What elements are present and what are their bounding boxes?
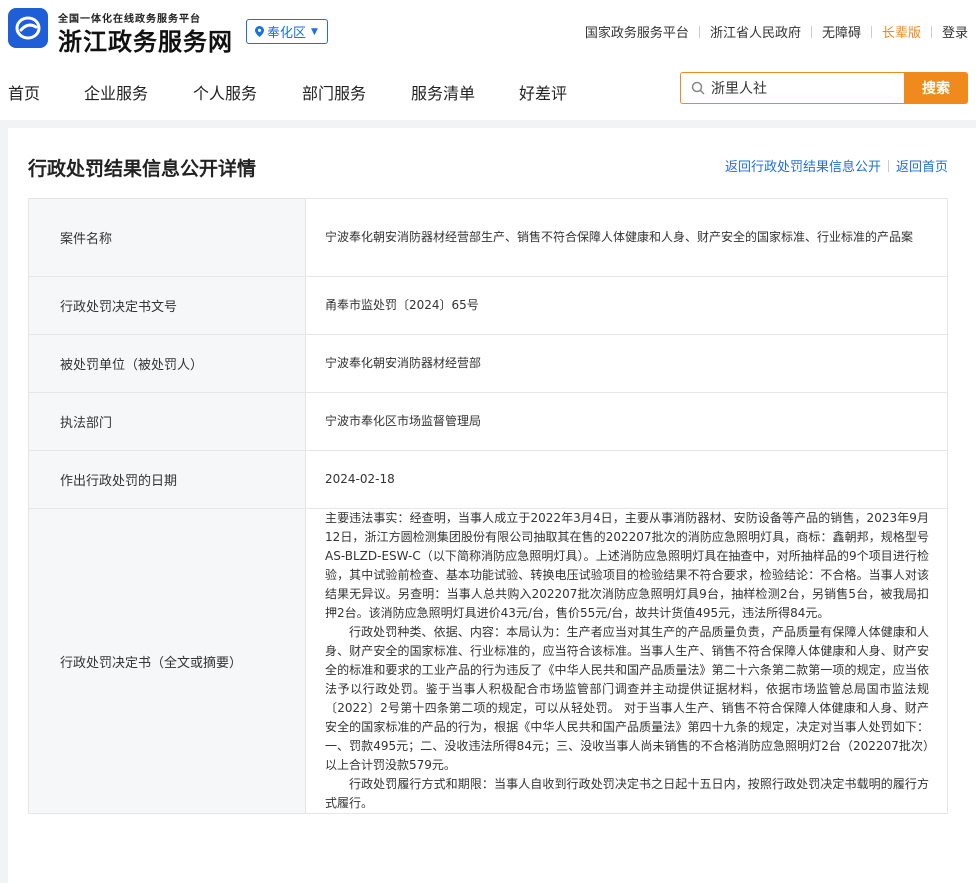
- table-row: 案件名称 宁波奉化朝安消防器材经营部生产、销售不符合保障人体健康和人身、财产安全…: [28, 198, 948, 277]
- top-links: 国家政务服务平台 浙江省人民政府 无障碍 长辈版 登录: [575, 22, 968, 41]
- decision-paragraph-fulfillment: 行政处罚履行方式和期限：当事人自收到行政处罚决定书之日起十五日内，按照行政处罚决…: [325, 777, 929, 810]
- decision-paragraph-facts: 主要违法事实：经查明，当事人成立于2022年3月4日，主要从事消防器材、安防设备…: [325, 511, 929, 620]
- table-row: 行政处罚决定书（全文或摘要） 主要违法事实：经查明，当事人成立于2022年3月4…: [28, 508, 948, 814]
- nav-evaluation[interactable]: 好差评: [519, 80, 567, 104]
- row-value-decision-text: 主要违法事实：经查明，当事人成立于2022年3月4日，主要从事消防器材、安防设备…: [305, 508, 948, 814]
- divider: [887, 159, 889, 172]
- nav-service-list[interactable]: 服务清单: [411, 80, 475, 104]
- page-title: 行政处罚结果信息公开详情: [28, 158, 257, 180]
- nav-personal-services[interactable]: 个人服务: [193, 80, 257, 104]
- location-pin-icon: [255, 26, 264, 37]
- caret-down-icon: ▼: [311, 26, 318, 37]
- row-label-enforcement-dept: 执法部门: [28, 392, 306, 451]
- table-row: 作出行政处罚的日期 2024-02-18: [28, 450, 948, 509]
- link-back-home[interactable]: 返回首页: [896, 156, 948, 175]
- region-selector[interactable]: 奉化区 ▼: [246, 19, 328, 44]
- table-row: 执法部门 宁波市奉化区市场监督管理局: [28, 392, 948, 451]
- row-value-enforcement-dept: 宁波市奉化区市场监督管理局: [305, 392, 948, 451]
- row-value-penalty-date: 2024-02-18: [305, 450, 948, 509]
- row-value-penalized-party: 宁波奉化朝安消防器材经营部: [305, 334, 948, 393]
- row-label-decision-text: 行政处罚决定书（全文或摘要）: [28, 508, 306, 814]
- search-button[interactable]: 搜索: [904, 72, 968, 104]
- row-label-penalized-party: 被处罚单位（被处罚人）: [28, 334, 306, 393]
- nav-home[interactable]: 首页: [8, 80, 40, 104]
- search-input[interactable]: 浙里人社: [680, 72, 904, 104]
- nav-department-services[interactable]: 部门服务: [302, 80, 366, 104]
- link-provincial-government[interactable]: 浙江省人民政府: [700, 22, 811, 41]
- logo-title[interactable]: 浙江政务服务网: [58, 22, 233, 57]
- link-elder-version[interactable]: 长辈版: [872, 22, 931, 41]
- region-label: 奉化区: [267, 26, 307, 41]
- table-row: 被处罚单位（被处罚人） 宁波奉化朝安消防器材经营部: [28, 334, 948, 393]
- link-national-platform[interactable]: 国家政务服务平台: [575, 22, 699, 41]
- row-label-decision-number: 行政处罚决定书文号: [28, 276, 306, 335]
- top-header: 全国一体化在线政务服务平台 浙江政务服务网 奉化区 ▼ 国家政务服务平台 浙江省…: [0, 0, 976, 62]
- search-value: 浙里人社: [711, 81, 767, 97]
- link-login[interactable]: 登录: [932, 22, 968, 41]
- row-value-decision-number: 甬奉市监处罚〔2024〕65号: [305, 276, 948, 335]
- row-value-case-name: 宁波奉化朝安消防器材经营部生产、销售不符合保障人体健康和人身、财产安全的国家标准…: [305, 198, 948, 277]
- back-links: 返回行政处罚结果信息公开 返回首页: [725, 156, 948, 175]
- link-accessibility[interactable]: 无障碍: [812, 22, 871, 41]
- detail-table: 案件名称 宁波奉化朝安消防器材经营部生产、销售不符合保障人体健康和人身、财产安全…: [28, 198, 948, 814]
- table-row: 行政处罚决定书文号 甬奉市监处罚〔2024〕65号: [28, 276, 948, 335]
- content-panel: 行政处罚结果信息公开详情 返回行政处罚结果信息公开 返回首页 案件名称 宁波奉化…: [8, 128, 976, 883]
- search-icon: [691, 81, 705, 95]
- link-back-penalty-list[interactable]: 返回行政处罚结果信息公开: [725, 156, 881, 175]
- site-logo-icon[interactable]: [8, 8, 48, 48]
- row-label-case-name: 案件名称: [28, 198, 306, 277]
- decision-paragraph-penalty: 行政处罚种类、依据、内容：本局认为：生产者应当对其生产的产品质量负责，产品质量有…: [325, 625, 929, 772]
- row-label-penalty-date: 作出行政处罚的日期: [28, 450, 306, 509]
- nav-enterprise-services[interactable]: 企业服务: [84, 80, 148, 104]
